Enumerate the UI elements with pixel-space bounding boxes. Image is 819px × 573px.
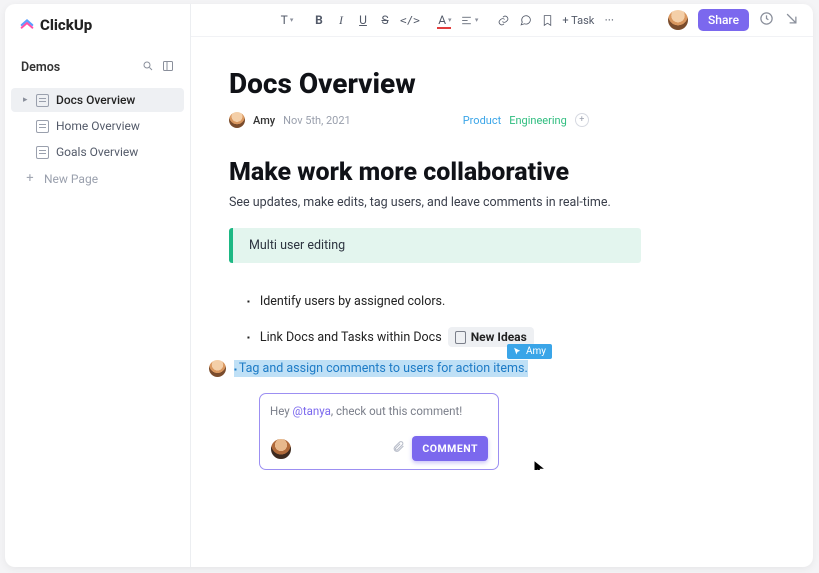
doc-date: Nov 5th, 2021 — [283, 114, 351, 127]
more-button[interactable]: ··· — [599, 10, 619, 30]
presence-name: Amy — [526, 346, 546, 357]
sidebar-layout-icon[interactable] — [162, 60, 174, 75]
inline-avatar[interactable] — [209, 360, 226, 377]
comment-input[interactable]: Hey @tanya, check out this comment! — [270, 404, 488, 418]
toolbar: T▾ B I U S </> A▾ ▾ — [191, 4, 813, 37]
app-window: ClickUp Demos ▸ Docs Overview Home Overv… — [5, 4, 813, 567]
sidebar: ClickUp Demos ▸ Docs Overview Home Overv… — [5, 4, 191, 567]
callout-text: Multi user editing — [249, 238, 345, 253]
doc-icon — [36, 94, 49, 107]
sidebar-item-home-overview[interactable]: Home Overview — [11, 114, 184, 138]
chip-label: New Ideas — [471, 330, 527, 344]
tag-engineering[interactable]: Engineering — [509, 114, 567, 127]
tag-product[interactable]: Product — [463, 114, 501, 127]
sidebar-item-docs-overview[interactable]: ▸ Docs Overview — [11, 88, 184, 112]
doc-content: Docs Overview Amy Nov 5th, 2021 Product … — [191, 37, 813, 470]
page-icon — [455, 331, 466, 344]
highlighted-line-row: Tag and assign comments to users for act… — [209, 360, 775, 377]
main: T▾ B I U S </> A▾ ▾ — [191, 4, 813, 567]
callout-block[interactable]: Multi user editing — [229, 228, 641, 263]
plus-icon: + — [23, 171, 37, 186]
bookmark-button[interactable] — [537, 10, 557, 30]
mouse-cursor-icon — [532, 460, 547, 470]
user-avatar[interactable] — [668, 10, 688, 30]
sidebar-section-header: Demos — [9, 54, 186, 81]
commenter-avatar — [270, 438, 292, 460]
presence-cursor-icon — [513, 347, 522, 356]
bold-button[interactable]: B — [309, 10, 329, 30]
sidebar-item-goals-overview[interactable]: Goals Overview — [11, 140, 184, 164]
search-icon[interactable] — [142, 60, 154, 75]
bullet-list: Identify users by assigned colors. Link … — [229, 285, 775, 356]
share-button[interactable]: Share — [698, 9, 749, 31]
doc-icon — [36, 146, 49, 159]
toolbar-right: Share — [668, 9, 799, 31]
doc-meta: Amy Nov 5th, 2021 Product Engineering + — [229, 112, 775, 128]
list-item-text: Link Docs and Tasks within Docs — [260, 330, 442, 345]
highlighted-text[interactable]: Tag and assign comments to users for act… — [234, 360, 528, 377]
section-lead[interactable]: See updates, make edits, tag users, and … — [229, 195, 775, 210]
list-item[interactable]: Identify users by assigned colors. — [247, 285, 775, 318]
comment-submit-button[interactable]: COMMENT — [412, 436, 488, 461]
align-button[interactable]: ▾ — [457, 10, 482, 30]
text-color-button[interactable]: A▾ — [435, 10, 455, 30]
strikethrough-button[interactable]: S — [375, 10, 395, 30]
caret-icon: ▸ — [23, 95, 29, 105]
list-item-text: Identify users by assigned colors. — [260, 294, 445, 309]
sidebar-item-label: Docs Overview — [56, 93, 135, 107]
sidebar-item-label: Goals Overview — [56, 145, 138, 159]
underline-button[interactable]: U — [353, 10, 373, 30]
add-tag-button[interactable]: + — [575, 113, 589, 127]
author-name: Amy — [253, 114, 275, 127]
doc-icon — [36, 120, 49, 133]
add-task-button[interactable]: + Task — [559, 10, 597, 30]
format-group: T▾ B I U S </> A▾ ▾ — [277, 10, 619, 30]
brand: ClickUp — [5, 12, 190, 46]
presence-indicator: Amy — [507, 344, 552, 359]
clickup-logo-icon — [19, 17, 35, 33]
history-icon[interactable] — [759, 11, 774, 30]
section-title: Demos — [21, 60, 60, 75]
code-button[interactable]: </> — [397, 10, 423, 30]
comment-icon-button[interactable] — [515, 10, 535, 30]
new-page-label: New Page — [44, 172, 98, 186]
brand-name: ClickUp — [40, 16, 92, 34]
sidebar-new-page[interactable]: + New Page — [11, 166, 184, 191]
text-style-button[interactable]: T▾ — [277, 10, 297, 30]
author-avatar[interactable] — [229, 112, 245, 128]
page-title[interactable]: Docs Overview — [229, 67, 775, 100]
mention[interactable]: @tanya — [293, 404, 331, 418]
comment-composer[interactable]: Hey @tanya, check out this comment! COMM… — [259, 393, 499, 470]
sidebar-item-label: Home Overview — [56, 119, 140, 133]
italic-button[interactable]: I — [331, 10, 351, 30]
attachment-icon[interactable] — [392, 440, 405, 457]
export-icon[interactable] — [784, 11, 799, 30]
section-heading[interactable]: Make work more collaborative — [229, 158, 775, 187]
link-button[interactable] — [493, 10, 513, 30]
